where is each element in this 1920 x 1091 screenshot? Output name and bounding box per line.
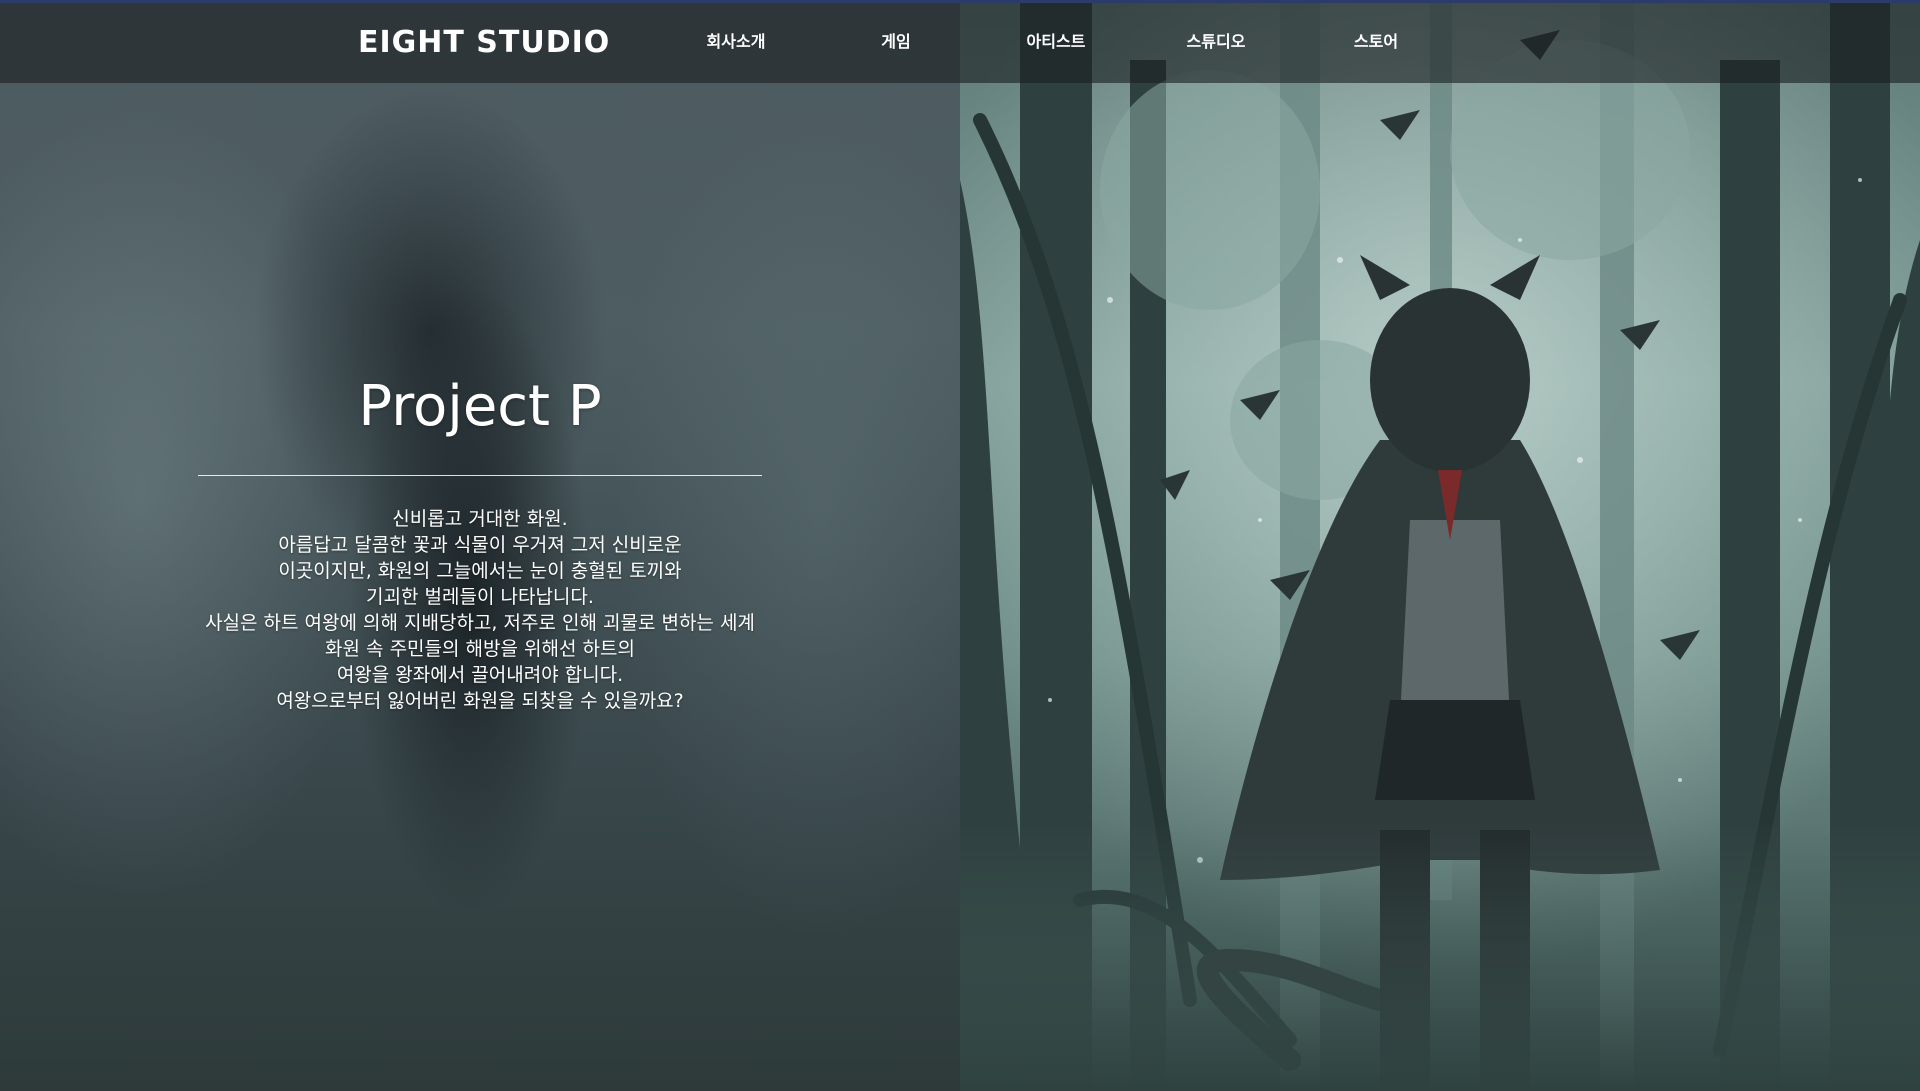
nav-item-artists[interactable]: 아티스트 — [1027, 31, 1086, 53]
top-accent-strip — [0, 0, 1920, 3]
description-line: 신비롭고 거대한 화원. — [392, 508, 568, 530]
description-line: 기괴한 벌레들이 나타납니다. — [366, 586, 594, 608]
nav-item-studio[interactable]: 스튜디오 — [1187, 31, 1246, 53]
key-art-image — [960, 0, 1920, 1091]
key-art-illustration — [960, 0, 1920, 1091]
description-line: 사실은 하트 여왕에 의해 지배당하고, 저주로 인해 괴물로 변하는 세계 — [205, 612, 755, 634]
page: EIGHT STUDIO 회사소개 게임 아티스트 스튜디오 스토어 Proje… — [0, 0, 1920, 1091]
description-line: 여왕으로부터 잃어버린 화원을 되찾을 수 있을까요? — [276, 690, 684, 712]
description-line: 여왕을 왕좌에서 끌어내려야 합니다. — [336, 664, 624, 686]
description-line: 화원 속 주민들의 해방을 위해선 하트의 — [325, 638, 635, 660]
project-description: 신비롭고 거대한 화원. 아름답고 달콤한 꽃과 식물이 우거져 그저 신비로운… — [100, 506, 860, 714]
title-divider — [198, 475, 762, 476]
nav-item-company[interactable]: 회사소개 — [707, 31, 766, 53]
nav-item-store[interactable]: 스토어 — [1354, 31, 1398, 53]
description-line: 이곳이지만, 화원의 그늘에서는 눈이 충혈된 토끼와 — [278, 560, 682, 582]
description-line: 아름답고 달콤한 꽃과 식물이 우거져 그저 신비로운 — [278, 534, 682, 556]
project-title: Project P — [358, 374, 602, 439]
nav-item-games[interactable]: 게임 — [881, 31, 910, 53]
top-navigation-bar: EIGHT STUDIO 회사소개 게임 아티스트 스튜디오 스토어 — [0, 3, 1920, 83]
eight-studio-logo[interactable]: EIGHT STUDIO — [358, 25, 610, 61]
